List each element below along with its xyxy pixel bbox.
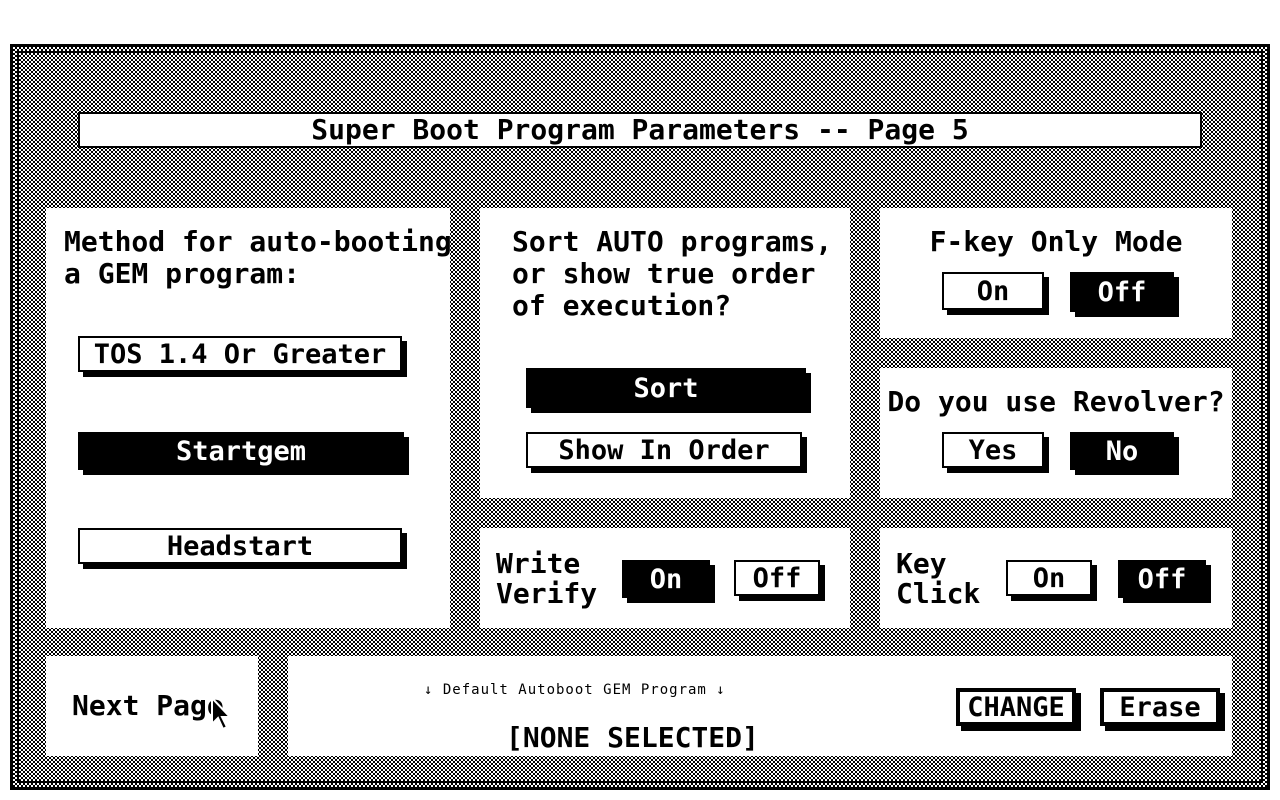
show-in-order-button[interactable]: Show In Order xyxy=(526,432,802,468)
autoboot-heading-line2: a GEM program: xyxy=(64,257,301,290)
change-button[interactable]: CHANGE xyxy=(956,688,1076,726)
sort-question-line1: Sort AUTO programs, xyxy=(512,225,833,258)
key-click-on-button[interactable]: On xyxy=(1006,560,1092,596)
title-bar: Super Boot Program Parameters -- Page 5 xyxy=(78,112,1202,148)
write-verify-off-button[interactable]: Off xyxy=(734,560,820,596)
key-click-off-button[interactable]: Off xyxy=(1118,560,1206,598)
key-click-label-line2: Click xyxy=(896,577,981,610)
revolver-no-button[interactable]: No xyxy=(1070,432,1174,470)
fkey-off-button[interactable]: Off xyxy=(1070,272,1174,312)
fkey-on-button[interactable]: On xyxy=(942,272,1044,310)
write-verify-on-button[interactable]: On xyxy=(622,560,710,598)
write-verify-label-line2: Verify xyxy=(496,577,598,610)
default-program-value: [NONE SELECTED] xyxy=(506,721,759,754)
default-program-caption: ↓ Default Autoboot GEM Program ↓ xyxy=(424,682,726,698)
revolver-panel: Do you use Revolver? xyxy=(880,368,1232,498)
tos14-button[interactable]: TOS 1.4 Or Greater xyxy=(78,336,402,372)
write-verify-label-line1: Write xyxy=(496,547,581,580)
next-page-label: Next Page xyxy=(72,690,224,722)
autoboot-panel: Method for auto-booting a GEM program: xyxy=(46,208,452,628)
erase-button[interactable]: Erase xyxy=(1100,688,1220,726)
startgem-button[interactable]: Startgem xyxy=(78,432,404,470)
autoboot-heading-line1: Method for auto-booting xyxy=(64,225,452,258)
sort-button[interactable]: Sort xyxy=(526,368,806,408)
fkey-panel: F-key Only Mode xyxy=(880,208,1232,338)
default-program-panel: ↓ Default Autoboot GEM Program ↓ [NONE S… xyxy=(288,656,1232,756)
page-title: Super Boot Program Parameters -- Page 5 xyxy=(311,113,969,146)
key-click-label-line1: Key xyxy=(896,547,947,580)
mouse-pointer-icon xyxy=(211,696,233,731)
headstart-button[interactable]: Headstart xyxy=(78,528,402,564)
revolver-question: Do you use Revolver? xyxy=(887,385,1225,418)
sort-question-line2: or show true order xyxy=(512,257,816,290)
revolver-yes-button[interactable]: Yes xyxy=(942,432,1044,468)
fkey-title: F-key Only Mode xyxy=(929,225,1183,258)
sort-question-line3: of execution? xyxy=(512,289,732,322)
